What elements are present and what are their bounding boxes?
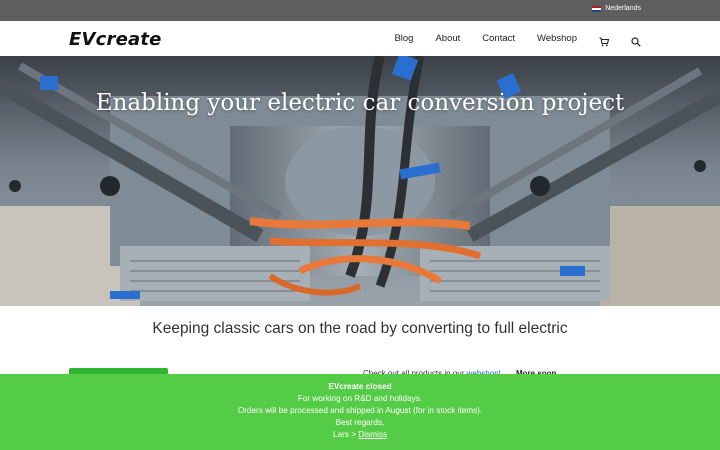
- language-switcher[interactable]: Nederlands: [592, 5, 641, 12]
- main-menu: Blog About Contact Webshop: [372, 21, 641, 56]
- top-bar: Nederlands: [0, 0, 720, 21]
- notice-line-1: For working on R&D and holidays.: [297, 394, 423, 403]
- search-icon[interactable]: [631, 34, 641, 47]
- hero-title: Enabling your electric car conversion pr…: [95, 90, 625, 116]
- netherlands-flag-icon: [592, 5, 602, 12]
- cart-icon[interactable]: [599, 34, 610, 46]
- menu-item-webshop[interactable]: Webshop: [537, 33, 577, 44]
- notice-title: EVcreate closed: [328, 382, 392, 391]
- menu-item-contact[interactable]: Contact: [482, 33, 515, 44]
- site-logo[interactable]: EVcreate: [69, 29, 162, 50]
- notice-line-2: Orders will be processed and shipped in …: [237, 406, 483, 415]
- menu-item-about[interactable]: About: [435, 33, 460, 44]
- language-label[interactable]: Nederlands: [605, 5, 641, 12]
- notice-line-3: Best regards,: [335, 418, 385, 427]
- dismiss-link[interactable]: Dismiss: [358, 430, 387, 439]
- menu-item-blog[interactable]: Blog: [394, 33, 413, 44]
- store-notice-banner: EVcreate closed For working on R&D and h…: [0, 374, 720, 450]
- main-header: EVcreate Blog About Contact Webshop: [0, 21, 720, 56]
- notice-signoff: Lars >: [333, 430, 359, 439]
- notice-signoff-line: Lars > Dismiss: [0, 429, 720, 441]
- page-subtitle: Keeping classic cars on the road by conv…: [152, 320, 568, 337]
- hero-banner: Enabling your electric car conversion pr…: [0, 56, 720, 306]
